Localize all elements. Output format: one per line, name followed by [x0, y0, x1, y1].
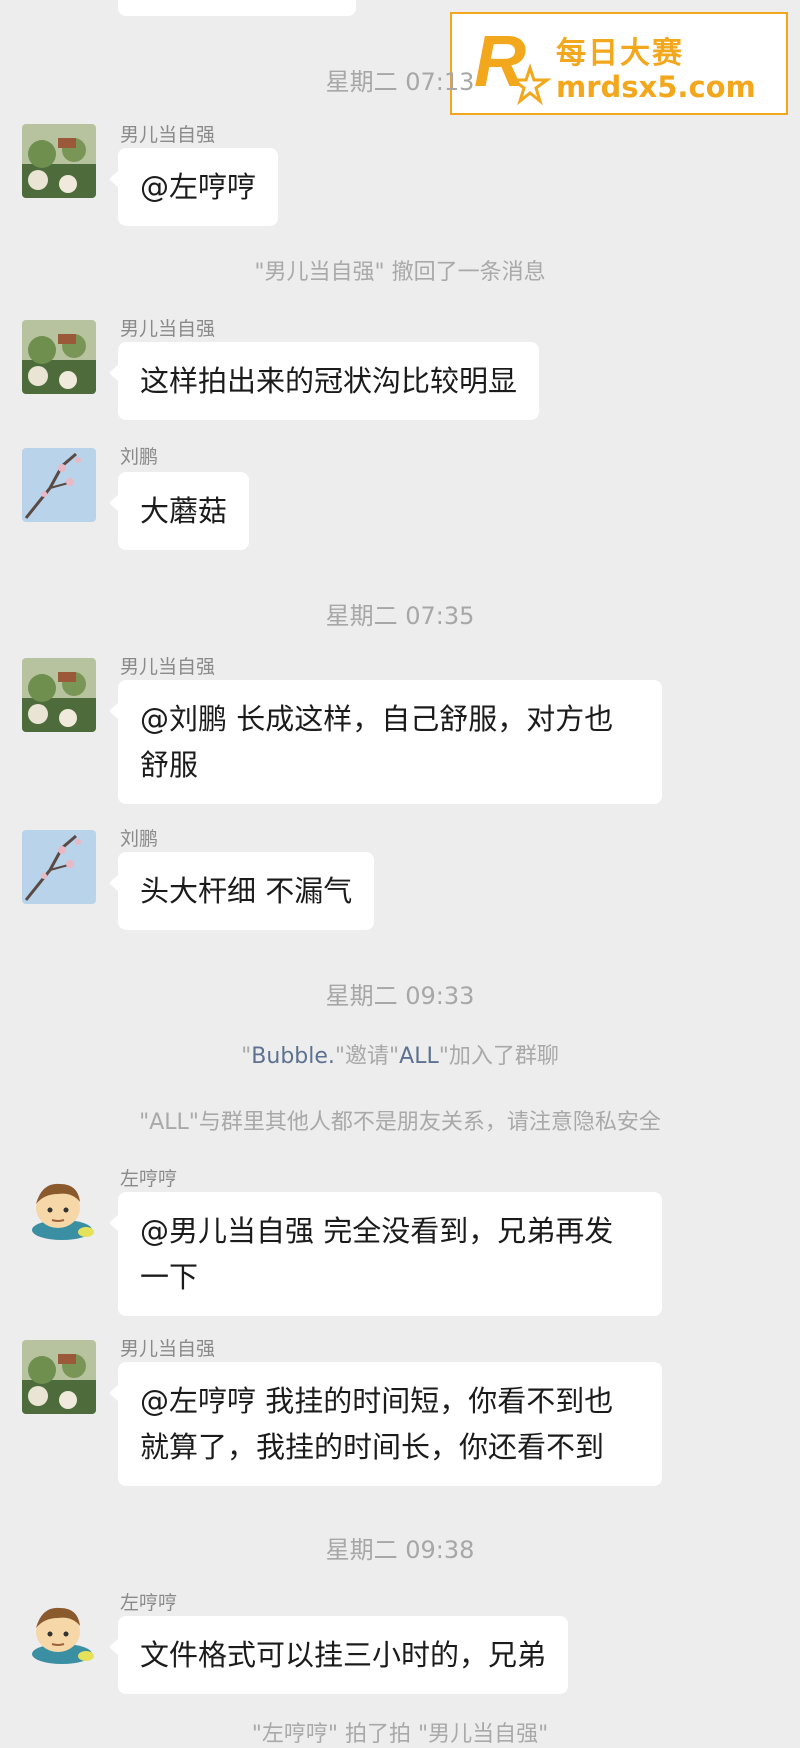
message-bubble[interactable]: @左哼哼 我挂的时间短，你看不到也就算了，我挂的时间长，你还看不到 — [109, 1362, 662, 1486]
timestamp: 星期二 07:35 — [325, 602, 475, 630]
cartoon-kid-avatar[interactable] — [22, 1592, 96, 1666]
sender-name: 男儿当自强 — [120, 1338, 216, 1360]
sender-name: 男儿当自强 — [120, 318, 216, 340]
sender-name: 男儿当自强 — [120, 124, 216, 146]
landscape-avatar[interactable] — [22, 320, 96, 394]
system-message-invite: "Bubble."邀请"ALL"加入了群聊 — [0, 1038, 800, 1070]
message-bubble[interactable]: @左哼哼 — [108, 148, 279, 226]
message-bubble[interactable]: 文件格式可以挂三小时的，兄弟 — [108, 1616, 569, 1694]
message-bubble[interactable]: 这样拍出来的冠状沟比较明显 — [108, 342, 540, 420]
sender-name: 左哼哼 — [120, 1592, 178, 1614]
cartoon-kid-avatar[interactable] — [22, 1168, 96, 1242]
invite-mid: "邀请" — [334, 1044, 400, 1069]
invite-user-link[interactable]: Bubble. — [251, 1044, 335, 1069]
blossom-avatar[interactable] — [22, 448, 96, 522]
landscape-avatar[interactable] — [22, 124, 96, 198]
landscape-avatar[interactable] — [22, 1340, 96, 1414]
timestamp: 星期二 09:38 — [325, 1536, 475, 1564]
invite-prefix: " — [241, 1044, 252, 1069]
system-message-pat: "左哼哼" 拍了拍 "男儿当自强" — [251, 1722, 549, 1747]
system-message-recall: "男儿当自强" 撤回了一条消息 — [254, 260, 546, 285]
sender-name: 男儿当自强 — [120, 656, 216, 678]
landscape-avatar[interactable] — [22, 658, 96, 732]
message-bubble[interactable]: @刘鹏 长成这样，自己舒服，对方也舒服 — [109, 680, 662, 804]
timestamp: 星期二 09:33 — [325, 982, 475, 1010]
sender-name: 刘鹏 — [120, 828, 159, 850]
sender-name: 左哼哼 — [120, 1168, 178, 1190]
message-bubble[interactable]: 大蘑菇 — [108, 472, 250, 550]
invite-suffix: "加入了群聊 — [438, 1044, 559, 1069]
sender-name: 刘鹏 — [120, 446, 159, 468]
message-bubble-partial[interactable] — [118, 0, 356, 16]
blossom-avatar[interactable] — [22, 830, 96, 904]
system-message-privacy: "ALL"与群里其他人都不是朋友关系，请注意隐私安全 — [139, 1110, 661, 1135]
message-bubble[interactable]: 头大杆细 不漏气 — [108, 852, 375, 930]
message-bubble[interactable]: @男儿当自强 完全没看到，兄弟再发一下 — [109, 1192, 662, 1316]
timestamp: 星期二 07:13 — [325, 68, 475, 96]
invite-target-link[interactable]: ALL — [399, 1044, 439, 1069]
